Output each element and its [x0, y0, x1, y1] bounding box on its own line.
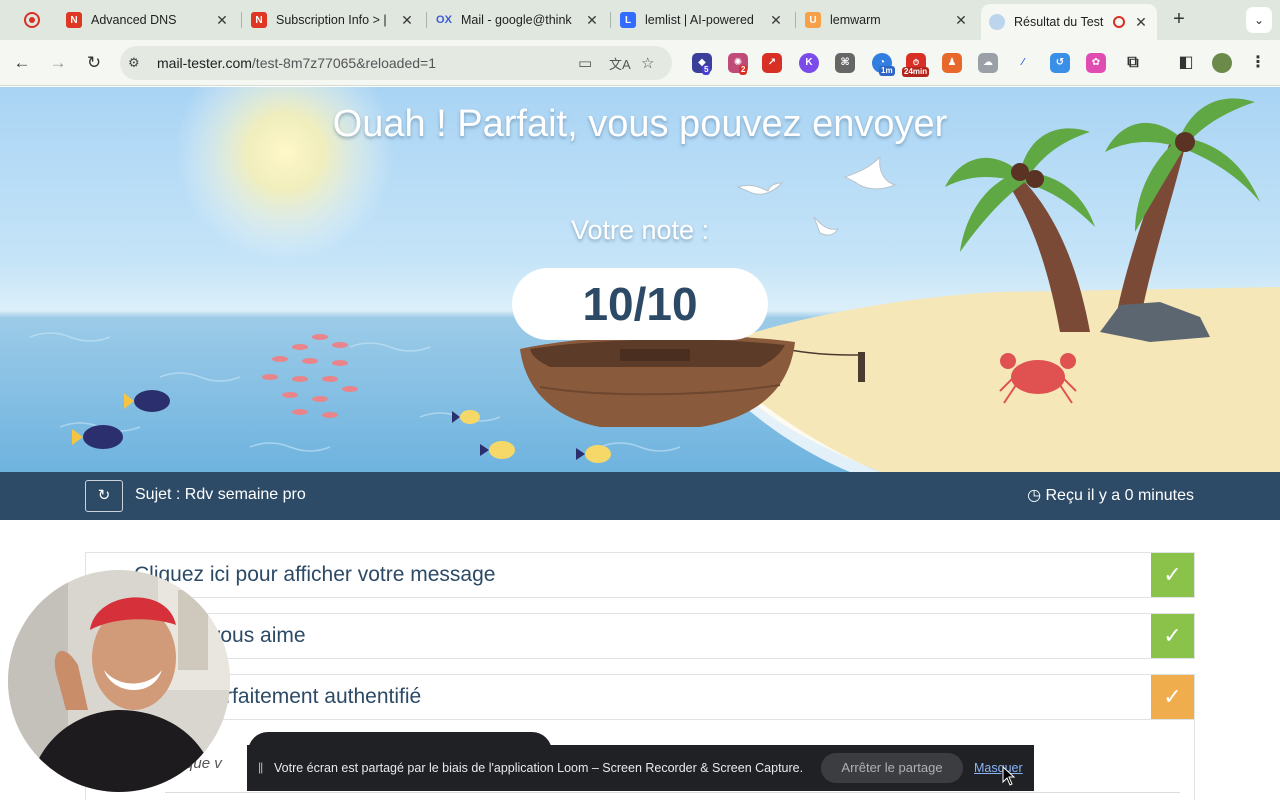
tab-separator: [241, 12, 242, 28]
lemwarm-icon: U: [805, 12, 821, 28]
email-subject: Sujet : Rdv semaine pro: [135, 486, 306, 503]
extension-icon[interactable]: ☁: [978, 53, 998, 73]
clock-icon: ◷: [1027, 487, 1042, 504]
side-panel-icon[interactable]: ◧: [1176, 53, 1196, 73]
tab-title: Résultat du Test: [1014, 15, 1104, 29]
extension-icon[interactable]: ⁄: [1013, 53, 1033, 73]
received-time-text: Reçu il y a 0 minutes: [1045, 487, 1194, 504]
tab-title: lemlist | AI-powered: [645, 13, 754, 27]
check-label: Cliquez ici pour afficher votre message: [134, 563, 496, 586]
tab-title: Advanced DNS: [91, 13, 177, 27]
browser-toolbar: ← → ↻ ⚙ mail-tester.com/test-8m7z77065&r…: [0, 40, 1280, 86]
namecheap-icon: N: [251, 12, 267, 28]
tab-subscription-info[interactable]: N Subscription Info > | ✕: [243, 0, 423, 40]
pause-icon: ||: [258, 760, 263, 774]
url-text[interactable]: mail-tester.com/test-8m7z77065&reloaded=…: [157, 55, 436, 71]
close-tab-icon[interactable]: ✕: [584, 12, 600, 29]
bookmark-star-icon[interactable]: ☆: [641, 54, 654, 72]
check-row-view-message[interactable]: Cliquez ici pour afficher votre message …: [85, 552, 1195, 598]
refresh-icon: ↻: [97, 487, 111, 504]
back-button[interactable]: ←: [11, 52, 33, 74]
check-pass-icon: ✓: [1151, 614, 1194, 658]
browser-tab-strip: N Advanced DNS ✕ N Subscription Info > |…: [0, 0, 1280, 40]
profile-avatar[interactable]: [1212, 53, 1232, 73]
namecheap-icon: N: [66, 12, 82, 28]
tab-title: lemwarm: [830, 13, 881, 27]
camera-icon[interactable]: ▭: [578, 54, 592, 72]
extensions-puzzle-icon[interactable]: ⧉: [1123, 53, 1143, 73]
tab-mail[interactable]: OX Mail - google@think ✕: [428, 0, 608, 40]
extension-icon[interactable]: ⌘: [835, 53, 855, 73]
screen-share-bar: || Votre écran est partagé par le biais …: [247, 745, 1034, 791]
site-info-icon[interactable]: ⚙: [128, 55, 140, 71]
browser-menu-icon[interactable]: ⋮: [1248, 53, 1268, 73]
result-hero: Ouah ! Parfait, vous pouvez envoyer Votr…: [0, 87, 1280, 472]
address-bar[interactable]: ⚙ mail-tester.com/test-8m7z77065&reloade…: [120, 46, 672, 80]
check-pass-icon: ✓: [1151, 553, 1194, 597]
tab-lemlist[interactable]: L lemlist | AI-powered ✕: [612, 0, 792, 40]
extension-badge: 5: [702, 65, 711, 75]
extension-icon[interactable]: ✿: [1086, 53, 1106, 73]
fish-school: [262, 334, 358, 418]
screen-share-message: Votre écran est partagé par le biais de …: [274, 761, 804, 775]
mooring-post: [858, 352, 865, 382]
mouse-cursor-icon: [1002, 766, 1016, 786]
tab-advanced-dns[interactable]: N Advanced DNS ✕: [58, 0, 238, 40]
mail-tester-icon: [989, 14, 1005, 30]
score-label: Votre note :: [570, 215, 710, 245]
tab-title: Mail - google@think: [461, 13, 572, 27]
refresh-button[interactable]: ↻: [85, 480, 123, 512]
url-path: /test-8m7z77065&reloaded=1: [251, 55, 436, 71]
tab-separator: [610, 12, 611, 28]
subject-bar: ↻ Sujet : Rdv semaine pro ◷ Reçu il y a …: [0, 472, 1280, 520]
url-host: mail-tester.com: [157, 55, 252, 71]
tab-lemwarm[interactable]: U lemwarm ✕: [797, 0, 977, 40]
close-tab-icon[interactable]: ✕: [214, 12, 230, 29]
tab-separator: [795, 12, 796, 28]
extension-icon[interactable]: ↗: [762, 53, 782, 73]
tab-mail-tester-result[interactable]: Résultat du Test ✕: [981, 4, 1157, 40]
recording-indicator-icon: [1113, 16, 1125, 28]
close-tab-icon[interactable]: ✕: [768, 12, 784, 29]
check-row-spamassassin[interactable]: ssassin vous aime ✓: [85, 613, 1195, 659]
result-title: Ouah ! Parfait, vous pouvez envoyer: [332, 103, 948, 145]
webcam-feed: [8, 570, 230, 792]
extension-icon[interactable]: ♟: [942, 53, 962, 73]
extension-badge: 24min: [902, 67, 930, 77]
received-time: ◷ Reçu il y a 0 minutes: [1027, 485, 1194, 505]
tab-title: Subscription Info > |: [276, 13, 387, 27]
divider: [165, 792, 1180, 793]
extension-badge: 1m: [879, 66, 895, 76]
check-row-authentication[interactable]: es pas parfaitement authentifié ✓: [85, 674, 1195, 720]
extension-icon[interactable]: K: [799, 53, 819, 73]
tab-search-button[interactable]: ⌄: [1246, 7, 1272, 33]
new-tab-button[interactable]: +: [1168, 8, 1190, 30]
lemlist-icon: L: [620, 12, 636, 28]
webcam-bubble[interactable]: [8, 570, 230, 792]
score-value: 10/10: [512, 268, 768, 340]
tab-separator: [426, 12, 427, 28]
close-tab-icon[interactable]: ✕: [399, 12, 415, 29]
recording-indicator-icon[interactable]: [24, 12, 40, 28]
close-tab-icon[interactable]: ✕: [953, 12, 969, 29]
tropical-fish: [72, 390, 611, 463]
extension-badge: 2: [739, 65, 748, 75]
translate-icon[interactable]: 文A: [609, 54, 631, 73]
extension-icon[interactable]: ↺: [1050, 53, 1070, 73]
check-warning-icon: ✓: [1151, 675, 1194, 719]
forward-button[interactable]: →: [47, 52, 69, 74]
stop-sharing-button[interactable]: Arrêter le partage: [821, 753, 963, 783]
reload-button[interactable]: ↻: [83, 52, 105, 74]
ox-mail-icon: OX: [436, 14, 452, 26]
close-tab-icon[interactable]: ✕: [1133, 14, 1149, 31]
